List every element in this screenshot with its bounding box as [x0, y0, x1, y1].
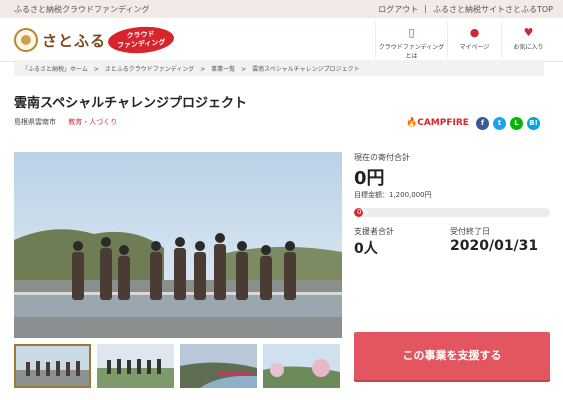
badge-line-2: ファンディング	[116, 38, 166, 50]
breadcrumb-sep: >	[93, 66, 99, 73]
crowdfunding-badge[interactable]: クラウド ファンディング	[107, 24, 175, 56]
nav-favorites[interactable]: ♥ お気に入り	[501, 22, 555, 58]
breadcrumb-current: 雲南スペシャルチャレンジプロジェクト	[252, 66, 360, 73]
main-project-photo	[14, 152, 342, 338]
user-icon: ●	[469, 26, 480, 39]
project-location: 島根県雲南市	[14, 118, 56, 126]
satofull-logo-icon[interactable]	[14, 28, 38, 52]
current-total-amount: 0円	[354, 168, 385, 189]
breadcrumb-sep: >	[241, 66, 247, 73]
funding-stats: 現在の寄付合計 0円 目標金額：1,200,000円 0% 支援者合計 0人 受…	[352, 152, 552, 392]
thumbnail-2[interactable]	[97, 344, 174, 388]
breadcrumb-home[interactable]: 「ふるさと納税」ホーム	[22, 66, 88, 73]
breadcrumb-sep: >	[200, 66, 206, 73]
satofull-top-link[interactable]: ふるさと納税サイトさとふるTOP	[433, 4, 553, 15]
end-date-label: 受付終了日	[450, 227, 490, 236]
site-tagline: ふるさと納税クラウドファンディング	[14, 5, 150, 14]
thumbnail-3[interactable]	[180, 344, 257, 388]
link-separator: |	[424, 4, 427, 13]
nav-label: マイページ	[459, 44, 490, 51]
breadcrumb-crowdfunding[interactable]: さとふるクラウドファンディング	[105, 66, 195, 73]
supporters-label: 支援者合計	[354, 227, 394, 236]
line-icon[interactable]: L	[510, 117, 523, 130]
heart-icon: ♥	[523, 26, 534, 39]
share-buttons: f t L B!	[476, 117, 540, 130]
nav-mypage[interactable]: ● マイページ	[447, 22, 501, 58]
top-links: ログアウト | ふるさと納税サイトさとふるTOP	[378, 4, 553, 15]
end-date: 2020/01/31	[450, 238, 539, 254]
project-meta: 島根県雲南市 教育・人づくり	[14, 117, 117, 127]
nav-label: お気に入り	[513, 44, 544, 51]
site-logo-text[interactable]: さとふる	[42, 30, 106, 51]
nav-label: クラウドファンディングとは	[378, 44, 445, 60]
project-category[interactable]: 教育・人づくり	[68, 118, 117, 126]
header-nav: ▯ クラウドファンディングとは ● マイページ ♥ お気に入り	[375, 22, 555, 60]
facebook-icon[interactable]: f	[476, 117, 489, 130]
hatena-bookmark-icon[interactable]: B!	[527, 117, 540, 130]
current-total-label: 現在の寄付合計	[354, 153, 410, 162]
page-title: 雲南スペシャルチャレンジプロジェクト	[14, 96, 247, 111]
thumbnail-1[interactable]	[14, 344, 91, 388]
campfire-logo: 🔥CAMPFIRE	[406, 118, 469, 128]
thumbnail-4[interactable]	[263, 344, 340, 388]
supporters-count: 0人	[354, 241, 378, 257]
progress-percent: 0%	[357, 208, 369, 216]
progress-bar: 0%	[354, 208, 550, 217]
support-project-button[interactable]: この事業を支援する	[354, 332, 550, 380]
partner-name: CAMPFIRE	[417, 118, 469, 128]
photo-thumbnails	[14, 344, 342, 388]
book-icon: ▯	[408, 26, 415, 39]
nav-about-crowdfunding[interactable]: ▯ クラウドファンディングとは	[375, 22, 447, 60]
breadcrumb: 「ふるさと納税」ホーム > さとふるクラウドファンディング > 事業一覧 > 雲…	[14, 60, 544, 76]
logout-link[interactable]: ログアウト	[378, 4, 418, 15]
site-header: さとふる クラウド ファンディング ▯ クラウドファンディングとは ● マイペー…	[0, 18, 563, 62]
twitter-icon[interactable]: t	[493, 117, 506, 130]
breadcrumb-projects[interactable]: 事業一覧	[211, 66, 235, 73]
goal-amount: 目標金額：1,200,000円	[354, 191, 432, 199]
top-bar: ふるさと納税クラウドファンディング ログアウト | ふるさと納税サイトさとふるT…	[0, 0, 563, 18]
